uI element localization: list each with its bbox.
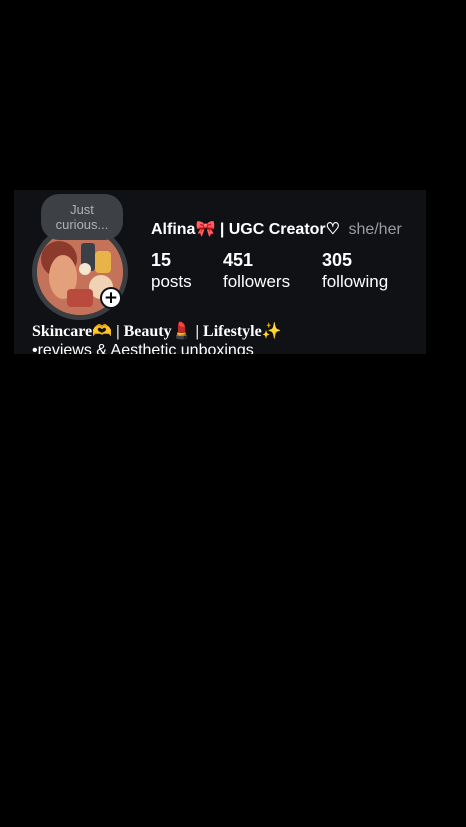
stat-following[interactable]: 305 following <box>322 249 388 293</box>
bio-line: •reviews & Aesthetic unboxings <box>32 342 254 354</box>
avatar-product-jar <box>95 251 111 273</box>
followers-count: 451 <box>223 250 254 270</box>
profile-name-row: Alfina🎀 | UGC Creator♡ she/her <box>151 219 402 239</box>
followers-label: followers <box>223 272 291 291</box>
plus-icon: + <box>102 288 120 308</box>
avatar-product-box <box>67 289 93 307</box>
following-label: following <box>322 272 389 291</box>
posts-count: 15 <box>151 250 172 270</box>
note-bubble[interactable]: Just curious... <box>41 194 123 240</box>
stat-posts[interactable]: 15 posts <box>151 249 192 293</box>
profile-header: + Just curious... Alfina🎀 | UGC Creator♡… <box>14 190 426 354</box>
pronouns: she/her <box>348 221 402 238</box>
add-story-button[interactable]: + <box>100 287 122 309</box>
following-count: 305 <box>322 250 353 270</box>
note-text-line2: curious... <box>55 217 109 232</box>
note-text-line1: Just <box>70 202 94 217</box>
bio-title: Skincare🫶 | Beauty💄 | Lifestyle✨ <box>32 323 282 340</box>
posts-label: posts <box>151 272 192 291</box>
stat-followers[interactable]: 451 followers <box>223 249 290 293</box>
profile-name: Alfina🎀 | UGC Creator♡ <box>151 221 340 238</box>
avatar-product-cap <box>79 263 91 275</box>
